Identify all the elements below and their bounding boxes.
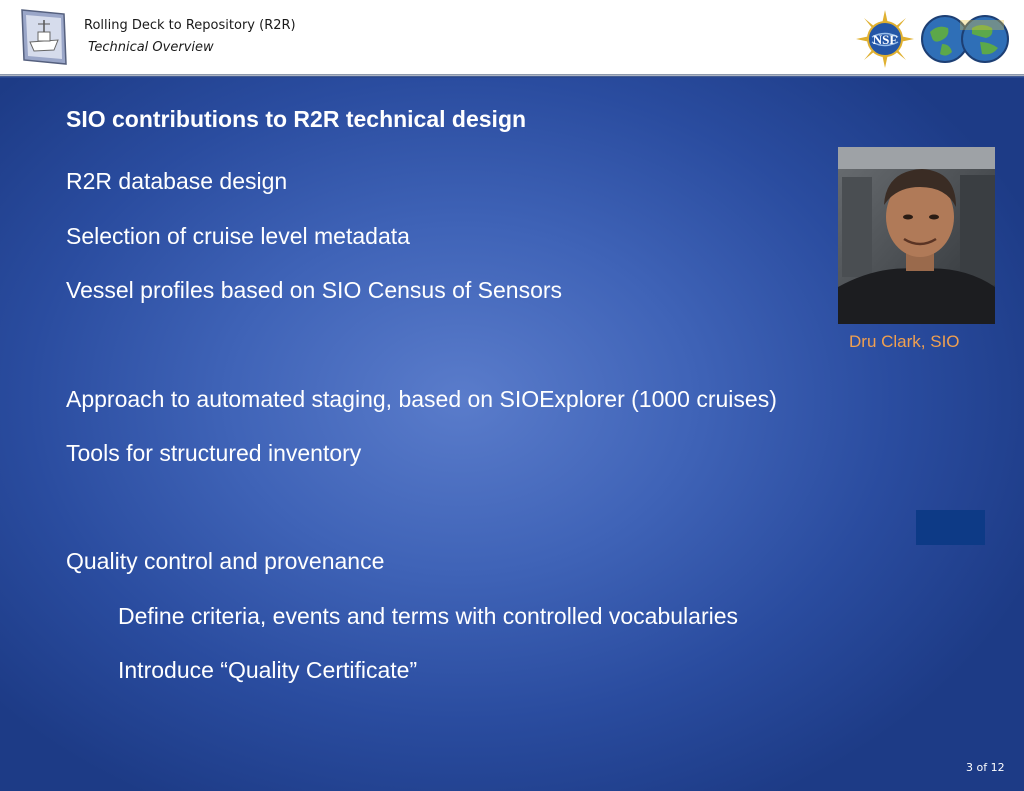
page-number: 3 of 12 <box>966 761 1005 774</box>
unols-logo <box>920 14 1010 64</box>
header-title: Rolling Deck to Repository (R2R) <box>84 18 296 33</box>
bullet-item: Approach to automated staging, based on … <box>66 386 777 412</box>
r2r-ship-icon <box>18 6 70 68</box>
sub-bullet-item: Define criteria, events and terms with c… <box>118 603 739 629</box>
svg-text:NSF: NSF <box>873 32 898 47</box>
decorative-box <box>916 510 985 545</box>
header-bar: Rolling Deck to Repository (R2R) Technic… <box>0 0 1024 76</box>
header-subtitle: Technical Overview <box>88 40 214 55</box>
portrait-photo <box>838 147 995 324</box>
slide-heading: SIO contributions to R2R technical desig… <box>66 106 527 132</box>
bullet-item: Quality control and provenance <box>66 548 385 574</box>
sub-bullet-item: Introduce “Quality Certificate” <box>118 657 418 683</box>
bullet-item: R2R database design <box>66 168 288 194</box>
photo-caption: Dru Clark, SIO <box>849 332 960 351</box>
bullet-item: Selection of cruise level metadata <box>66 223 410 249</box>
bullet-item: Vessel profiles based on SIO Census of S… <box>66 277 563 303</box>
nsf-logo: NSF <box>856 10 914 68</box>
bullet-item: Tools for structured inventory <box>66 440 362 466</box>
